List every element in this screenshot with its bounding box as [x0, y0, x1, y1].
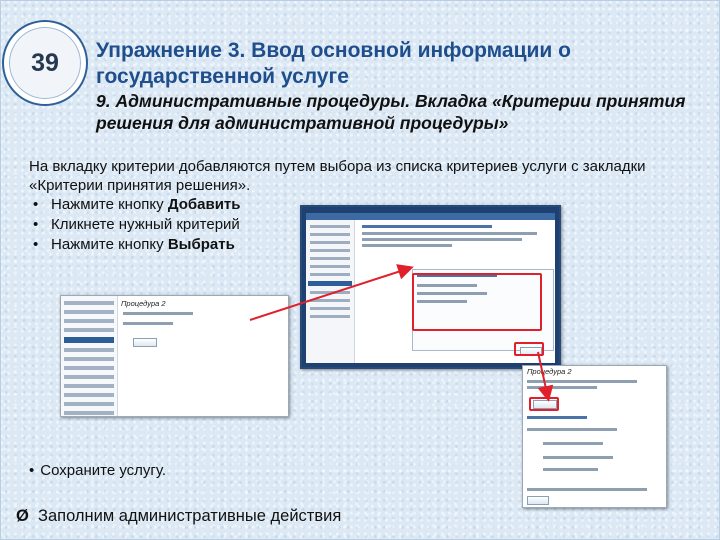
arrow-bullet-icon: Ø [16, 507, 29, 525]
connector-arrows [249, 264, 554, 402]
next-step-text: Заполним административные действия [38, 507, 342, 525]
next-step: Ø Заполним административные действия [16, 507, 341, 526]
arrow-select-to-result [537, 351, 554, 402]
save-instruction-text: Сохраните услугу. [40, 462, 167, 479]
save-instruction: • Сохраните услугу. [29, 462, 166, 479]
bullet-mark: • [29, 462, 35, 479]
arrow-add-to-list [249, 264, 414, 321]
